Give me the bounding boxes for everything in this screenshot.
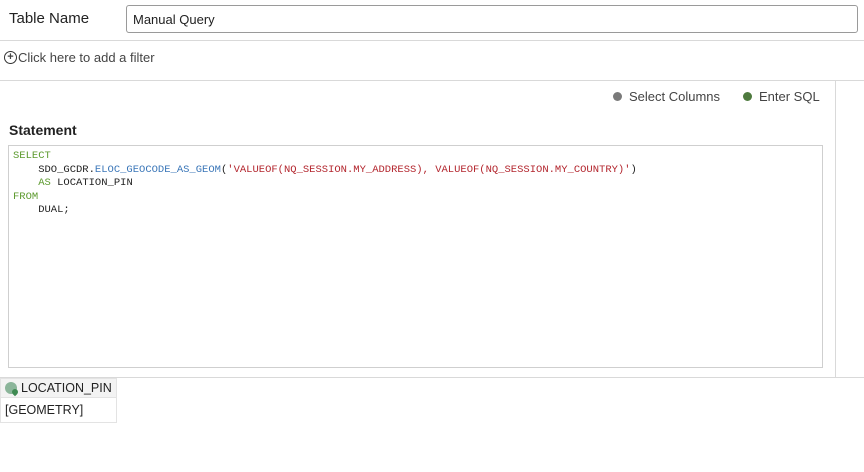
divider <box>0 377 864 378</box>
add-filter-label: Click here to add a filter <box>18 50 155 65</box>
add-filter-link[interactable]: + Click here to add a filter <box>4 50 155 65</box>
code-line: FROM <box>13 191 818 205</box>
code-token: LOCATION_PIN <box>50 177 133 189</box>
radio-select-columns[interactable]: Select Columns <box>613 89 720 104</box>
result-cell: [GEOMETRY] <box>0 398 117 423</box>
radio-label: Enter SQL <box>759 89 820 104</box>
code-token: ELOC_GEOCODE_AS_GEOM <box>94 163 221 176</box>
plus-circle-icon: + <box>4 51 17 64</box>
code-token: FROM <box>13 190 39 203</box>
code-line: AS LOCATION_PIN <box>13 177 818 191</box>
statement-heading: Statement <box>9 122 77 138</box>
radio-label: Select Columns <box>629 89 721 104</box>
code-line: SDO_GCDR.ELOC_GEOCODE_AS_GEOM('VALUEOF(N… <box>13 164 818 178</box>
sql-editor[interactable]: SELECT SDO_GCDR.ELOC_GEOCODE_AS_GEOM('VA… <box>8 145 823 368</box>
code-token: SELECT <box>13 150 51 162</box>
radio-dot-icon <box>613 92 622 101</box>
code-line: SELECT <box>13 150 818 164</box>
radio-enter-sql[interactable]: Enter SQL <box>743 89 820 104</box>
column-name: LOCATION_PIN <box>21 381 112 395</box>
divider <box>835 80 836 377</box>
divider <box>0 80 864 81</box>
code-token: 'VALUEOF(NQ_SESSION.MY_ADDRESS), VALUEOF… <box>227 163 631 176</box>
divider <box>0 40 864 41</box>
code-token: ) <box>630 163 637 176</box>
table-name-label: Table Name <box>9 10 90 27</box>
code-token: SDO_GCDR. <box>13 163 95 176</box>
code-token: DUAL; <box>13 204 70 216</box>
geometry-icon <box>5 382 17 394</box>
result-column-header[interactable]: LOCATION_PIN <box>0 378 117 398</box>
table-name-input[interactable] <box>126 5 858 33</box>
radio-dot-icon <box>743 92 752 101</box>
code-line: DUAL; <box>13 204 818 218</box>
code-token: AS <box>38 177 51 189</box>
